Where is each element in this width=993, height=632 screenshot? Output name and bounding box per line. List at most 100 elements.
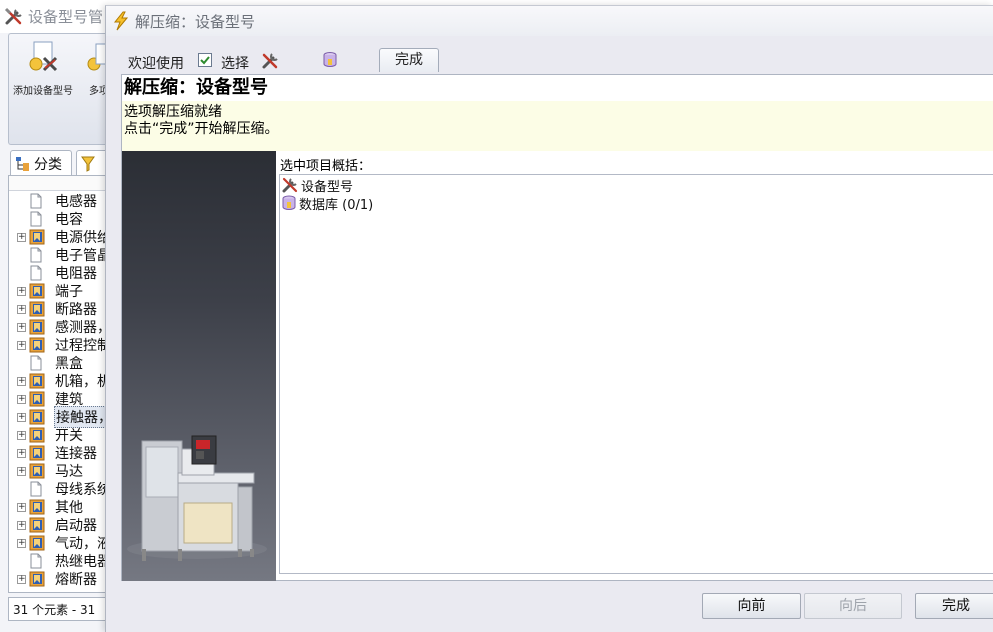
lightning-icon [111,11,131,31]
panel-tabs: 分类 [8,150,120,176]
tree-item[interactable]: + 感测器， [9,318,120,336]
tree-item-label: 电容 [55,212,83,228]
main-window-titlebar[interactable]: 设备型号管 [0,0,120,33]
tree-item[interactable]: + 电源供给 [9,228,120,246]
tree-item-label: 机箱，机 [55,374,111,390]
machine-illustration [122,151,276,581]
extract-dialog: 解压缩：设备型号 欢迎使用 选择 完成 解压缩：设备型号 选项解压缩就绪 点击“… [105,5,993,632]
tree-item[interactable]: + 马达 [9,462,120,480]
expand-icon[interactable]: + [17,232,26,242]
tree-item[interactable]: + 其他 [9,498,120,516]
summary-item-database[interactable]: 数据库 (0/1) [282,194,374,213]
tree-item-label: 端子 [55,284,83,300]
tree-item-label: 电子管晶 [55,248,111,264]
tab-category[interactable]: 分类 [10,150,72,176]
tools-icon [4,7,24,27]
tree-item-label: 开关 [55,428,83,444]
tree-item-label: 其他 [55,500,83,516]
tree-item-label: 电源供给 [55,230,111,246]
tree-item-label: 马达 [55,464,83,480]
page-title: 解压缩：设备型号 [124,77,268,98]
tree-item[interactable]: 电容 [9,210,120,228]
back-button[interactable]: 向前 [702,593,801,619]
expand-icon[interactable]: + [17,322,26,332]
tree-item[interactable]: + 连接器 [9,444,120,462]
folder-book-icon [29,535,45,551]
summary-list[interactable]: 设备型号 数据库 (0/1) [279,174,993,574]
tree-item-label: 电感器 [55,194,97,210]
tree-item[interactable]: 热继电器 [9,552,120,570]
expand-icon[interactable]: + [17,304,26,314]
tree-item[interactable]: + 熔断器 [9,570,120,588]
expand-icon[interactable]: + [17,538,26,548]
folder-book-icon [29,337,45,353]
page-icon [29,247,43,263]
page-icon [29,193,43,209]
expand-icon[interactable]: + [17,466,26,476]
expand-icon[interactable]: + [17,376,26,386]
add-device-type-button[interactable]: 添加设备型号 [13,40,73,97]
folder-book-icon [29,571,45,587]
tools-icon[interactable] [261,52,279,70]
expand-icon[interactable]: + [17,412,26,422]
tree-item[interactable]: + 启动器 [9,516,120,534]
expand-icon[interactable]: + [17,394,26,404]
summary-item-label: 数据库 (0/1) [299,197,374,213]
select-step[interactable]: 选择 [221,53,249,73]
tree-item[interactable]: 电感器 [9,192,120,210]
status-bar: 31 个元素 - 31 [8,597,120,621]
tree-item-label: 过程控制 [55,338,111,354]
add-device-type-icon [26,40,60,74]
tree-item[interactable]: 母线系统 [9,480,120,498]
tree-item[interactable]: + 机箱，机 [9,372,120,390]
expand-icon[interactable]: + [17,502,26,512]
folder-book-icon [29,319,45,335]
tree-item[interactable]: + 断路器 [9,300,120,318]
expand-icon[interactable]: + [17,574,26,584]
folder-book-icon [29,427,45,443]
tree-item-label: 气动，液 [55,536,111,552]
database-icon[interactable] [323,51,337,69]
ribbon: 添加设备型号 多项 [8,33,120,145]
tree-structure-icon [15,156,31,172]
select-checkbox[interactable] [198,53,212,67]
tree-item[interactable]: + 过程控制 [9,336,120,354]
wizard-toolbar: 欢迎使用 选择 完成 [106,36,993,74]
tree-item[interactable]: 电子管晶 [9,246,120,264]
page-icon [29,211,43,227]
tree-item[interactable]: 电阻器 [9,264,120,282]
category-tree: 电感器 电容 + 电源供给 电子管晶 电阻器 + 端子 + 断路器 + 感测器， + 过程控制 黑盒 + 机箱，… [8,175,120,593]
tree-item-label: 断路器 [55,302,97,318]
add-device-type-label: 添加设备型号 [13,86,73,97]
expand-icon[interactable]: + [17,430,26,440]
main-window-title: 设备型号管 [28,8,104,26]
dialog-titlebar[interactable]: 解压缩：设备型号 [106,6,993,36]
expand-icon[interactable]: + [17,448,26,458]
tree-item[interactable]: + 端子 [9,282,120,300]
tree-item-label: 母线系统 [55,482,111,498]
tree-item[interactable]: + 气动，液 [9,534,120,552]
tree-item-label: 熔断器 [55,572,97,588]
folder-book-icon [29,373,45,389]
database-icon [282,195,296,211]
dialog-title: 解压缩：设备型号 [135,12,256,31]
tree-item-label: 黑盒 [55,356,83,372]
next-button[interactable]: 向后 [804,593,902,619]
expand-icon[interactable]: + [17,340,26,350]
tree-item[interactable]: 黑盒 [9,354,120,372]
folder-book-icon [29,391,45,407]
tree-item-label: 启动器 [55,518,97,534]
summary-item-device-type[interactable]: 设备型号 [282,176,353,195]
tree-item[interactable]: + 开关 [9,426,120,444]
status-text: 31 个元素 - 31 [13,602,96,617]
welcome-step[interactable]: 欢迎使用 [128,53,184,73]
tree-item[interactable]: + 接触器， [9,406,120,428]
page-icon [29,481,43,497]
filter-icon [81,156,95,172]
tree-item-label: 连接器 [55,446,97,462]
expand-icon[interactable]: + [17,286,26,296]
tab-finish[interactable]: 完成 [379,48,439,72]
expand-icon[interactable]: + [17,520,26,530]
finish-button[interactable]: 完成 [915,593,993,619]
folder-book-icon [29,409,45,425]
